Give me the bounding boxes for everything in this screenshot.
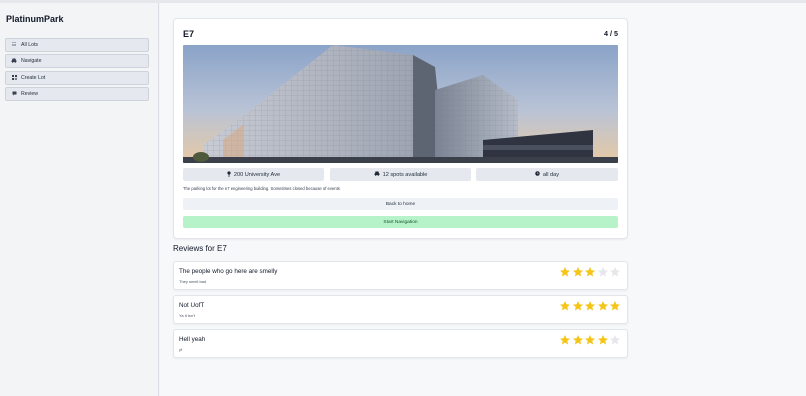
start-navigation-button[interactable]: Start Navigation <box>183 216 618 228</box>
star-filled-icon <box>572 267 583 277</box>
sidebar-item-create-lot[interactable]: Create Lot <box>5 71 149 85</box>
review-title: Hell yeah <box>179 336 206 343</box>
star-filled-icon <box>560 335 570 345</box>
review-card: The people who go here are smelly They s… <box>173 261 628 290</box>
review-card: Hell yeah yf <box>173 329 628 358</box>
review-body: yf <box>179 347 183 352</box>
car-icon <box>374 171 380 178</box>
star-rating <box>559 334 622 346</box>
star-rating <box>559 266 622 278</box>
reviews-heading: Reviews for E7 <box>173 244 227 253</box>
sidebar-item-label: Navigate <box>21 58 42 64</box>
list-icon: ☷ <box>11 42 17 48</box>
pin-icon <box>227 170 231 179</box>
sidebar-item-all-lots[interactable]: ☷ All Lots <box>5 38 149 52</box>
sidebar-item-review[interactable]: Review <box>5 87 149 101</box>
lot-description: The parking lot for the e7 engineering b… <box>183 186 340 191</box>
star-filled-icon <box>597 335 608 345</box>
lot-address: 200 University Ave <box>233 171 281 178</box>
lot-photo <box>183 45 618 163</box>
lot-hours: all day <box>542 171 560 178</box>
review-title: Not UofT <box>179 302 205 309</box>
back-to-home-button[interactable]: Back to home <box>183 198 618 210</box>
lot-spots: 12 spots available <box>382 171 428 178</box>
sidebar-item-navigate[interactable]: Navigate <box>5 54 149 68</box>
star-filled-icon <box>585 335 595 345</box>
star-filled-icon <box>585 267 595 277</box>
star-filled-icon <box>560 301 570 311</box>
address-pill: 200 University Ave <box>183 168 324 181</box>
star-rating <box>559 300 622 312</box>
review-card: Not UofT Ya it isn't <box>173 295 628 324</box>
lot-title: E7 <box>183 29 195 39</box>
star-filled-icon <box>560 267 570 277</box>
app-title: PlatinumPark <box>6 14 64 24</box>
review-body: Ya it isn't <box>179 313 195 318</box>
star-empty-icon <box>610 335 620 345</box>
comment-icon <box>9 91 19 98</box>
star-filled-icon <box>572 335 583 345</box>
plus-grid-icon <box>9 74 19 82</box>
review-body: They smell bad <box>179 279 207 284</box>
sidebar-item-label: Create Lot <box>21 75 46 81</box>
sidebar-item-label: All Lots <box>21 42 39 48</box>
star-empty-icon <box>610 267 620 277</box>
hours-pill: all day <box>476 168 618 181</box>
lot-rating: 4 / 5 <box>604 29 618 38</box>
sidebar-item-label: Review <box>21 91 39 97</box>
star-filled-icon <box>585 301 595 311</box>
car-icon <box>9 58 19 65</box>
star-empty-icon <box>597 267 608 277</box>
star-filled-icon <box>597 301 608 311</box>
spots-pill: 12 spots available <box>330 168 471 181</box>
star-filled-icon <box>572 301 583 311</box>
star-filled-icon <box>610 301 620 311</box>
clock-icon <box>535 171 540 178</box>
review-title: The people who go here are smelly <box>179 268 278 275</box>
